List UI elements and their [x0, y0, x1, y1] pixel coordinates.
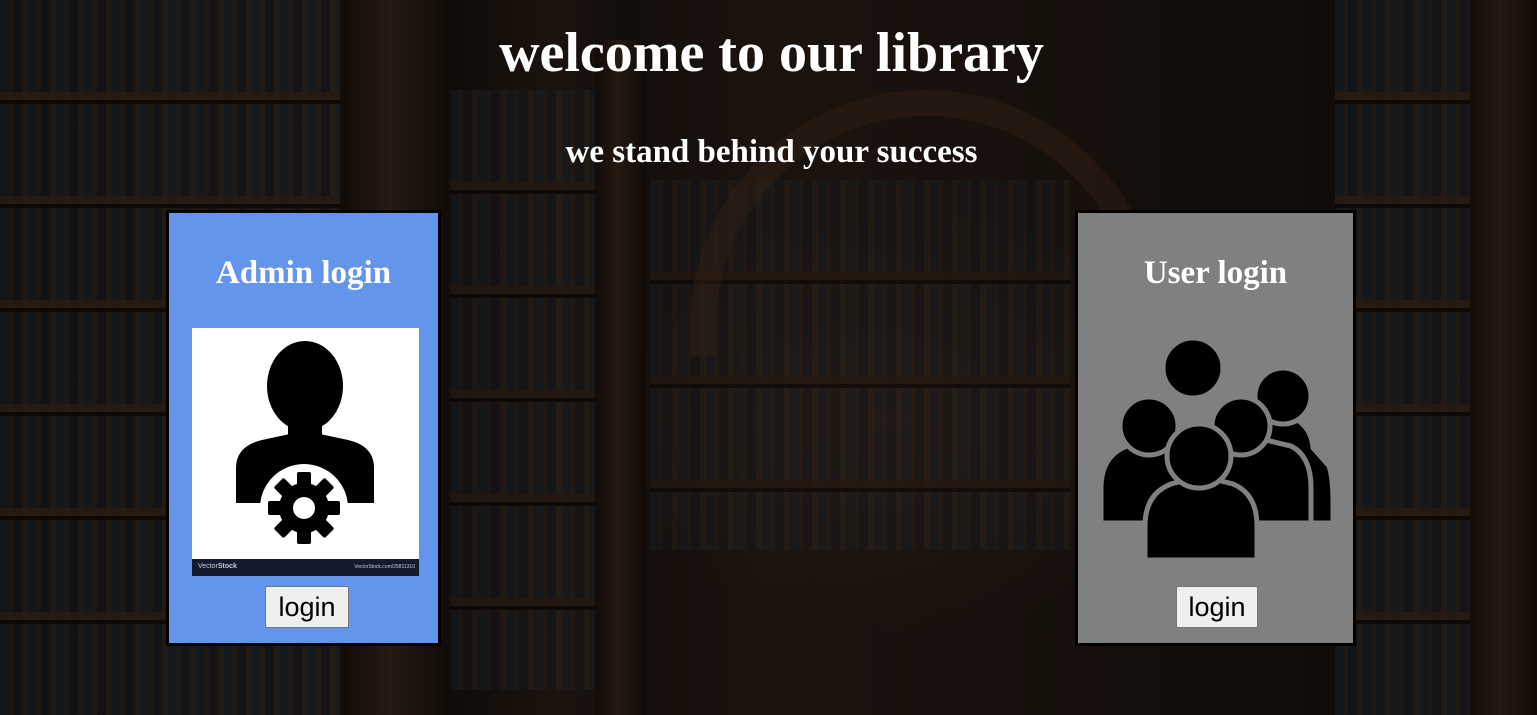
admin-login-button[interactable]: login [265, 586, 349, 628]
admin-user-silhouette-icon [236, 341, 374, 552]
user-group-icon [1101, 338, 1333, 563]
user-login-title: User login [1143, 255, 1288, 291]
watermark-brand: VectorStock [198, 563, 237, 570]
user-login-card: User login login [1075, 210, 1356, 646]
user-login-button[interactable]: login [1176, 586, 1258, 628]
admin-login-title: Admin login [215, 255, 392, 291]
page: welcome to our library we stand behind y… [0, 0, 1537, 715]
page-subtitle: we stand behind your success [565, 134, 978, 170]
vectorstock-watermark: VectorStock VectorStock.com/25811310 [192, 559, 419, 576]
admin-login-card: Admin login VectorStock VectorStock.com/… [166, 210, 441, 646]
page-title: welcome to our library [499, 22, 1044, 84]
admin-gear-user-icon: VectorStock VectorStock.com/25811310 [192, 328, 419, 576]
watermark-url: VectorStock.com/25811310 [354, 564, 415, 570]
